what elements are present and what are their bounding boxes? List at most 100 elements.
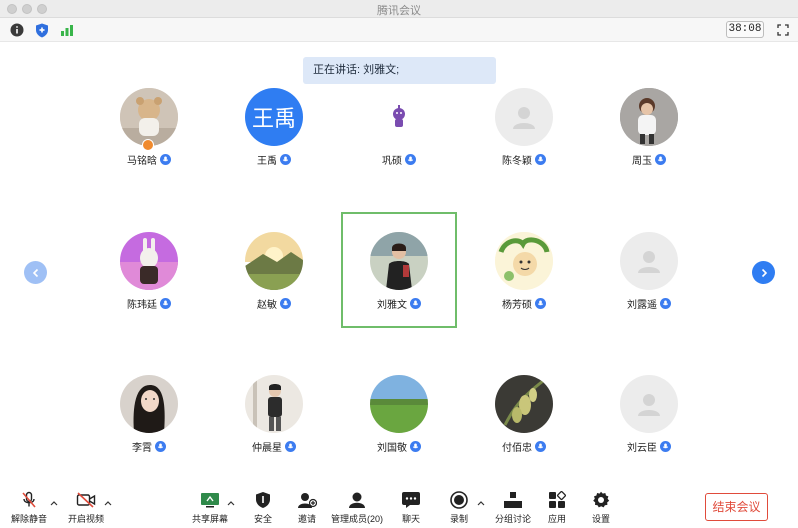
participant-tile[interactable]: 巩硕 (341, 82, 457, 198)
participant-name: 王禹 (257, 156, 277, 167)
avatar: 王禹 (245, 88, 303, 146)
participant-tile[interactable]: 付佰忠 (466, 370, 582, 486)
camera-off-icon (76, 491, 96, 509)
gear-icon (591, 491, 611, 509)
share-screen-button[interactable]: 共享屏幕 (180, 486, 240, 528)
signal-strength-icon[interactable] (59, 22, 75, 38)
participant-tile[interactable]: 刘云臣 (591, 370, 707, 486)
avatar (120, 375, 178, 433)
participant-name: 马铭晗 (127, 156, 157, 167)
participant-name: 周玉 (632, 156, 652, 167)
mic-icon (160, 154, 171, 165)
meeting-timer: 38:08 (726, 21, 764, 38)
participant-tile[interactable]: 王禹 王禹 (216, 82, 332, 198)
avatar (370, 232, 428, 290)
mic-icon (410, 441, 421, 452)
manage-members-label: 管理成员(20) (330, 514, 383, 524)
mic-icon (160, 298, 171, 309)
mic-icon (535, 154, 546, 165)
meeting-topbar: 38:08 (0, 18, 798, 42)
mic-icon (155, 441, 166, 452)
record-icon (449, 491, 469, 509)
chevron-left-icon (32, 268, 38, 277)
record-button[interactable]: 录制 (429, 486, 489, 528)
chat-icon (401, 491, 421, 509)
mic-icon (410, 298, 421, 309)
mic-icon (285, 441, 296, 452)
participant-tile[interactable]: 仲晨星 (216, 370, 332, 486)
participant-tile[interactable]: 杨芳硕 (466, 212, 582, 328)
participant-name: 刘国敬 (377, 443, 407, 454)
apps-grid-icon (547, 491, 567, 509)
avatar (620, 88, 678, 146)
manage-members-button[interactable]: 管理成员(20) (327, 486, 387, 528)
avatar (245, 375, 303, 433)
participant-name: 仲晨星 (252, 443, 282, 454)
mic-icon (405, 154, 416, 165)
active-speaker-tile[interactable]: 刘雅文 (341, 212, 457, 328)
mic-icon (660, 298, 671, 309)
meeting-toolbar: 解除静音 开启视频 共享屏幕 安全 邀请 管理成员(20) 聊天 录制 分组讨论… (0, 486, 798, 528)
active-speaker-banner: 正在讲话: 刘雅文; (303, 57, 496, 84)
mic-muted-icon (19, 491, 39, 509)
default-person-icon (638, 251, 660, 273)
host-badge (142, 139, 154, 151)
breakout-rooms-icon (503, 491, 523, 509)
participant-tile[interactable]: 赵敏 (216, 212, 332, 328)
avatar (245, 232, 303, 290)
info-icon[interactable] (9, 22, 25, 38)
participant-tile[interactable]: 马铭晗 (91, 82, 207, 198)
shield-icon[interactable] (34, 22, 50, 38)
mic-icon (660, 441, 671, 452)
avatar (120, 232, 178, 290)
default-person-icon (513, 107, 535, 129)
members-icon (347, 491, 367, 509)
avatar (620, 232, 678, 290)
avatar (370, 375, 428, 433)
share-screen-icon (200, 491, 220, 509)
participant-name: 刘露遥 (627, 300, 657, 311)
avatar (620, 375, 678, 433)
mic-icon (655, 154, 666, 165)
start-video-button[interactable]: 开启视频 (57, 486, 115, 528)
end-meeting-button[interactable]: 结束会议 (705, 493, 768, 521)
window-titlebar: 腾讯会议 (0, 0, 798, 18)
participant-tile[interactable]: 陈冬颖 (466, 82, 582, 198)
participant-tile[interactable]: 李霄 (91, 370, 207, 486)
participant-name: 李霄 (132, 443, 152, 454)
previous-page-button[interactable] (24, 261, 47, 284)
settings-label: 设置 (591, 514, 610, 524)
mic-icon (280, 298, 291, 309)
avatar (495, 375, 553, 433)
participant-tile[interactable]: 周玉 (591, 82, 707, 198)
participant-tile[interactable]: 刘露遥 (591, 212, 707, 328)
record-label: 录制 (449, 514, 468, 524)
participant-tile[interactable]: 陈玮廷 (91, 212, 207, 328)
participant-name: 付佰忠 (502, 443, 532, 454)
avatar (495, 232, 553, 290)
mic-icon (535, 298, 546, 309)
next-page-button[interactable] (752, 261, 775, 284)
invite-person-icon (297, 491, 317, 509)
participant-name: 赵敏 (257, 300, 277, 311)
avatar (495, 88, 553, 146)
participant-name: 杨芳硕 (502, 300, 532, 311)
participant-name: 刘雅文 (377, 300, 407, 311)
window-title: 腾讯会议 (377, 5, 421, 17)
avatar (120, 88, 178, 146)
mic-icon (535, 441, 546, 452)
participant-name: 陈冬颖 (502, 156, 532, 167)
settings-button[interactable]: 设置 (571, 486, 631, 528)
security-shield-icon (253, 491, 273, 509)
video-options-caret[interactable] (104, 499, 112, 507)
start-video-label: 开启视频 (67, 514, 104, 524)
participant-name: 陈玮廷 (127, 300, 157, 311)
participant-tile[interactable]: 刘国敬 (341, 370, 457, 486)
participant-name: 刘云臣 (627, 443, 657, 454)
default-person-icon (638, 394, 660, 416)
unmute-button[interactable]: 解除静音 (0, 486, 58, 528)
participant-name: 巩硕 (382, 156, 402, 167)
mic-icon (280, 154, 291, 165)
share-screen-label: 共享屏幕 (191, 514, 228, 524)
fullscreen-icon[interactable] (775, 22, 791, 38)
